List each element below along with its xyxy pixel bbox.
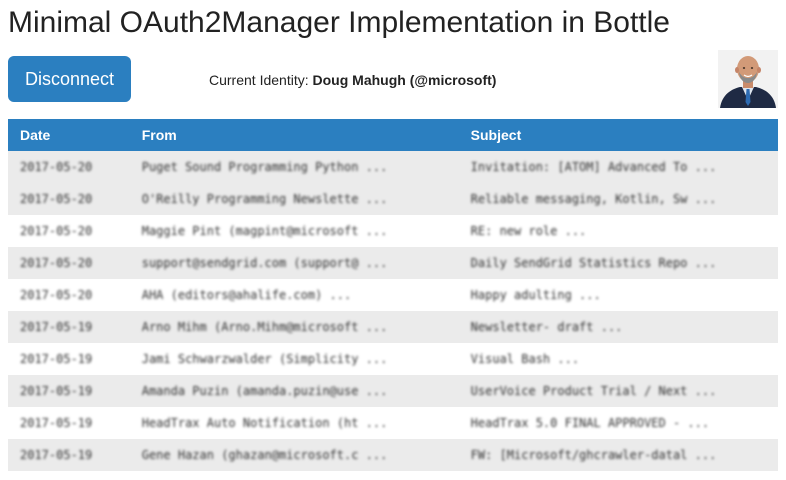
cell-subject: Invitation: [ATOM] Advanced To ... bbox=[470, 160, 717, 174]
cell-subject: Happy adulting ... bbox=[470, 288, 601, 302]
cell-date: 2017-05-20 bbox=[20, 224, 93, 238]
cell-date: 2017-05-20 bbox=[20, 192, 93, 206]
table-row[interactable]: 2017-05-19 Amanda Puzin (amanda.puzin@us… bbox=[8, 375, 778, 407]
current-identity: Current Identity: Doug Mahugh (@microsof… bbox=[209, 71, 496, 89]
cell-subject: Daily SendGrid Statistics Repo ... bbox=[470, 256, 717, 270]
cell-date: 2017-05-19 bbox=[20, 352, 93, 366]
message-table: Date From Subject 2017-05-20 Puget Sound… bbox=[8, 119, 778, 471]
table-row[interactable]: 2017-05-19 Arno Mihm (Arno.Mihm@microsof… bbox=[8, 311, 778, 343]
cell-subject: HeadTrax 5.0 FINAL APPROVED - ... bbox=[470, 416, 710, 430]
cell-subject: FW: [Microsoft/ghcrawler-datal ... bbox=[470, 448, 717, 462]
table-header-row: Date From Subject bbox=[8, 119, 778, 151]
page-title: Minimal OAuth2Manager Implementation in … bbox=[8, 6, 670, 39]
cell-date: 2017-05-19 bbox=[20, 448, 93, 462]
cell-subject: UserVoice Product Trial / Next ... bbox=[470, 384, 717, 398]
column-header-date[interactable]: Date bbox=[8, 119, 130, 151]
cell-from: Gene Hazan (ghazan@microsoft.c ... bbox=[141, 448, 388, 462]
cell-from: Maggie Pint (magpint@microsoft ... bbox=[141, 224, 388, 238]
column-header-from[interactable]: From bbox=[130, 119, 459, 151]
cell-subject: Reliable messaging, Kotlin, Sw ... bbox=[470, 192, 717, 206]
cell-subject: Visual Bash ... bbox=[470, 352, 580, 366]
cell-date: 2017-05-20 bbox=[20, 288, 93, 302]
table-row[interactable]: 2017-05-19 Gene Hazan (ghazan@microsoft.… bbox=[8, 439, 778, 471]
disconnect-button[interactable]: Disconnect bbox=[8, 56, 131, 102]
table-row[interactable]: 2017-05-20 Maggie Pint (magpint@microsof… bbox=[8, 215, 778, 247]
cell-from: Jami Schwarzwalder (Simplicity ... bbox=[141, 352, 388, 366]
cell-subject: RE: new role ... bbox=[470, 224, 587, 238]
table-row[interactable]: 2017-05-20 AHA (editors@ahalife.com) ...… bbox=[8, 279, 778, 311]
cell-from: Amanda Puzin (amanda.puzin@use ... bbox=[141, 384, 388, 398]
cell-from: AHA (editors@ahalife.com) ... bbox=[141, 288, 352, 302]
identity-label: Current Identity: bbox=[209, 72, 309, 88]
table-row[interactable]: 2017-05-20 O'Reilly Programming Newslett… bbox=[8, 183, 778, 215]
cell-from: HeadTrax Auto Notification (ht ... bbox=[141, 416, 388, 430]
avatar bbox=[718, 50, 778, 108]
identity-name: Doug Mahugh (@microsoft) bbox=[312, 72, 497, 88]
cell-date: 2017-05-19 bbox=[20, 320, 93, 334]
cell-from: O'Reilly Programming Newslette ... bbox=[141, 192, 388, 206]
table-row[interactable]: 2017-05-20 Puget Sound Programming Pytho… bbox=[8, 151, 778, 183]
cell-from: Arno Mihm (Arno.Mihm@microsoft ... bbox=[141, 320, 388, 334]
cell-date: 2017-05-20 bbox=[20, 160, 93, 174]
cell-date: 2017-05-19 bbox=[20, 416, 93, 430]
page: Minimal OAuth2Manager Implementation in … bbox=[0, 0, 786, 480]
user-photo-icon bbox=[718, 50, 778, 108]
table-row[interactable]: 2017-05-19 HeadTrax Auto Notification (h… bbox=[8, 407, 778, 439]
cell-from: Puget Sound Programming Python ... bbox=[141, 160, 388, 174]
cell-subject: Newsletter- draft ... bbox=[470, 320, 623, 334]
table-row[interactable]: 2017-05-20 support@sendgrid.com (support… bbox=[8, 247, 778, 279]
column-header-subject[interactable]: Subject bbox=[459, 119, 778, 151]
cell-date: 2017-05-19 bbox=[20, 384, 93, 398]
cell-date: 2017-05-20 bbox=[20, 256, 93, 270]
table-row[interactable]: 2017-05-19 Jami Schwarzwalder (Simplicit… bbox=[8, 343, 778, 375]
cell-from: support@sendgrid.com (support@ ... bbox=[141, 256, 388, 270]
